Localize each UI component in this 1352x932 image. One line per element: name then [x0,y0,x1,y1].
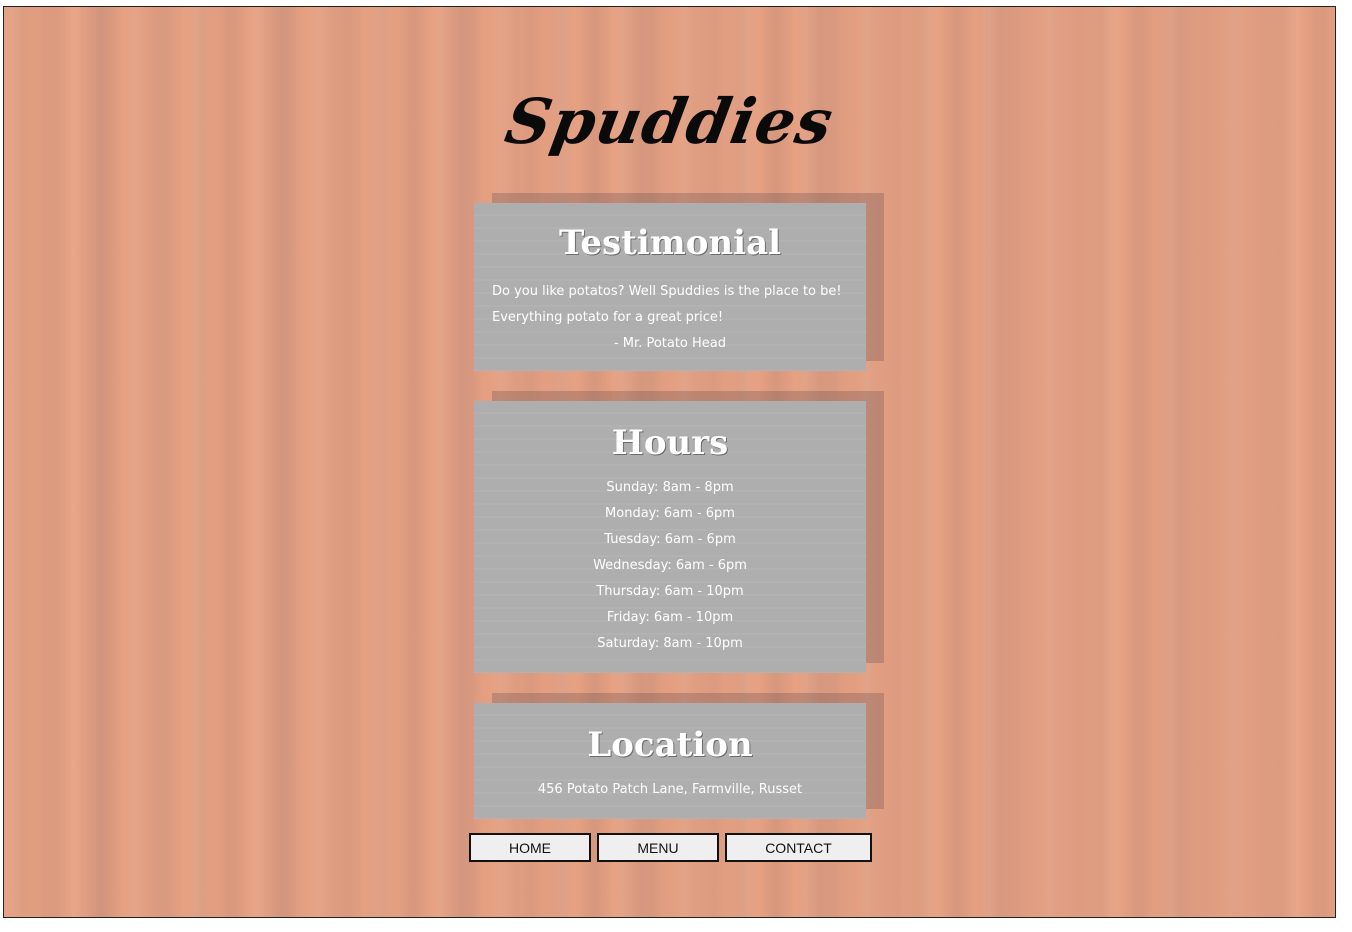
home-button[interactable]: HOME [469,833,591,862]
hours-item-thursday: Thursday: 6am - 10pm [596,584,744,599]
hours-section: Hours Sunday: 8am - 8pm Monday: 6am - 6p… [474,391,886,673]
testimonial-card: Testimonial Do you like potatos? Well Sp… [474,203,866,371]
hours-item-monday: Monday: 6am - 6pm [605,506,735,521]
nav-bar: HOME MENU CONTACT [469,833,872,862]
testimonial-author: - Mr. Potato Head [613,336,727,351]
hours-list: Sunday: 8am - 8pm Monday: 6am - 6pm Tues… [492,475,848,657]
contact-button[interactable]: CONTACT [725,833,872,862]
hours-heading: Hours [611,423,729,463]
testimonial-quote: Do you like potatos? Well Spuddies is th… [492,284,842,325]
hours-item-sunday: Sunday: 8am - 8pm [606,480,734,495]
hours-item-friday: Friday: 6am - 10pm [606,610,734,625]
hours-card: Hours Sunday: 8am - 8pm Monday: 6am - 6p… [474,401,866,673]
testimonial-section: Testimonial Do you like potatos? Well Sp… [474,193,886,371]
menu-button[interactable]: MENU [597,833,719,862]
hours-item-tuesday: Tuesday: 6am - 6pm [604,532,736,547]
testimonial-heading: Testimonial [558,223,782,263]
location-card: Location 456 Potato Patch Lane, Farmvill… [474,703,866,819]
hours-item-saturday: Saturday: 8am - 10pm [597,636,743,651]
location-address: 456 Potato Patch Lane, Farmville, Russet [537,782,803,797]
hours-item-wednesday: Wednesday: 6am - 6pm [593,558,747,573]
page-frame: Spuddies Testimonial Do you like potatos… [3,6,1336,918]
location-heading: Location [587,725,753,765]
location-section: Location 456 Potato Patch Lane, Farmvill… [474,693,886,819]
site-logo-title: Spuddies [500,85,839,158]
